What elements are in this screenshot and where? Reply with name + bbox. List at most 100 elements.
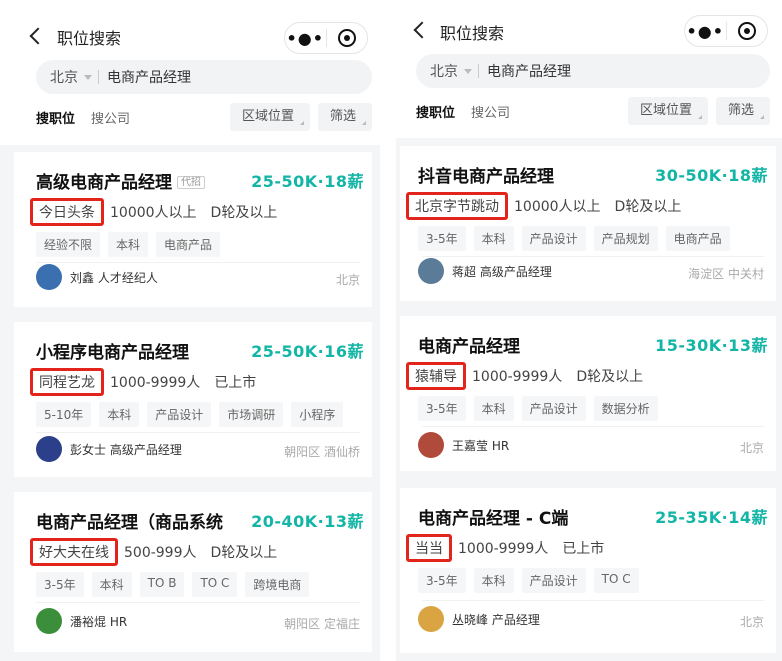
job-location: 北京: [739, 615, 764, 629]
job-tag: 电商产品: [665, 226, 730, 251]
job-tags: 3-5年 本科 产品设计 数据分析: [418, 396, 666, 421]
job-tag: 本科: [473, 568, 514, 593]
avatar: [36, 264, 62, 290]
job-tag: 经验不限: [36, 232, 101, 257]
close-target-icon[interactable]: [326, 29, 367, 47]
tab-search-jobs[interactable]: 搜职位: [36, 108, 75, 127]
job-title: 电商产品经理（商品系统: [36, 513, 223, 533]
search-bar[interactable]: 北京 电商产品经理: [416, 54, 770, 88]
area-filter-button[interactable]: 区域位置: [229, 103, 310, 131]
filter-button[interactable]: 筛选: [715, 97, 770, 125]
job-tags: 经验不限 本科 电商产品: [36, 232, 228, 257]
back-arrow-icon[interactable]: [29, 27, 47, 45]
city-selector[interactable]: 北京: [50, 67, 78, 87]
area-filter-button[interactable]: 区域位置: [627, 97, 708, 125]
job-title: 电商产品经理: [418, 337, 520, 357]
recruiter: 彭女士 高级产品经理: [36, 436, 182, 462]
job-title: 小程序电商产品经理: [36, 343, 189, 363]
job-tag: 3-5年: [36, 572, 84, 597]
company-name: 当当: [406, 534, 452, 562]
recruiter: 王嘉莹 HR: [418, 432, 509, 458]
recruiter-name: 彭女士 高级产品经理: [70, 442, 182, 457]
filter-button[interactable]: 筛选: [317, 103, 372, 131]
job-tag: 本科: [473, 396, 514, 421]
tab-search-companies[interactable]: 搜公司: [91, 108, 130, 127]
company-info: 当当 1000-9999人 已上市: [406, 534, 618, 562]
job-card[interactable]: 抖音电商产品经理 30-50K·18薪 北京字节跳动 10000人以上 D轮及以…: [400, 146, 776, 301]
search-tabs: 搜职位 搜公司 区域位置 筛选: [36, 102, 372, 132]
company-size: 1000-9999人: [110, 375, 201, 391]
funding-stage: 已上市: [214, 375, 257, 391]
job-card[interactable]: 电商产品经理（商品系统 20-40K·13薪 好大夫在线 500-999人 D轮…: [14, 492, 372, 652]
close-target-icon[interactable]: [726, 22, 767, 40]
company-info: 猿辅导 1000-9999人 D轮及以上: [406, 362, 657, 390]
recruiter: 丛晓峰 产品经理: [418, 606, 540, 632]
more-icon[interactable]: •●•: [285, 29, 326, 48]
company-name: 猿辅导: [406, 362, 466, 390]
job-tag: 本科: [91, 572, 132, 597]
search-tabs: 搜职位 搜公司 区域位置 筛选: [416, 96, 770, 126]
funding-stage: D轮及以上: [210, 205, 278, 221]
job-tag: 电商产品: [156, 232, 221, 257]
avatar: [418, 258, 444, 284]
salary: 25-35K·14薪: [651, 504, 768, 528]
job-tag: 产品规划: [593, 226, 658, 251]
page-title: 职位搜索: [440, 24, 505, 43]
card-divider: [36, 602, 360, 603]
job-tag: 本科: [473, 226, 514, 251]
company-size: 10000人以上: [110, 205, 197, 221]
mini-program-capsule: •●•: [684, 15, 768, 47]
salary: 30-50K·18薪: [651, 162, 768, 186]
search-divider: [478, 64, 479, 78]
company-info: 好大夫在线 500-999人 D轮及以上: [30, 538, 291, 566]
company-name: 北京字节跳动: [406, 192, 508, 220]
avatar: [418, 432, 444, 458]
job-tag: 本科: [108, 232, 149, 257]
job-tag: 本科: [99, 402, 140, 427]
salary: 20-40K·13薪: [247, 508, 364, 532]
search-input[interactable]: 电商产品经理: [107, 67, 191, 87]
company-size: 1000-9999人: [458, 541, 549, 557]
job-tag: 小程序: [291, 402, 344, 427]
avatar: [36, 436, 62, 462]
tab-search-companies[interactable]: 搜公司: [471, 102, 510, 121]
tab-search-jobs[interactable]: 搜职位: [416, 102, 455, 121]
agency-badge: 代招: [177, 176, 205, 189]
job-title: 抖音电商产品经理: [418, 167, 554, 187]
recruiter-name: 丛晓峰 产品经理: [452, 612, 540, 627]
header: 职位搜索 •●• 北京 电商产品经理 搜职位 搜公司 区域位置 筛选: [396, 0, 782, 138]
job-tags: 5-10年 本科 产品设计 市场调研 小程序: [36, 402, 351, 427]
card-divider: [422, 600, 764, 601]
job-tag: 数据分析: [593, 396, 658, 421]
funding-stage: D轮及以上: [576, 369, 644, 385]
back-arrow-icon[interactable]: [413, 21, 431, 39]
job-tag: 产品设计: [521, 226, 586, 251]
funding-stage: 已上市: [562, 541, 605, 557]
job-tag: 产品设计: [521, 396, 586, 421]
job-card[interactable]: 小程序电商产品经理 25-50K·16薪 同程艺龙 1000-9999人 已上市…: [14, 322, 372, 477]
company-info: 同程艺龙 1000-9999人 已上市: [30, 368, 270, 396]
avatar: [36, 608, 62, 634]
job-tag: 3-5年: [418, 226, 466, 251]
city-selector[interactable]: 北京: [430, 61, 458, 81]
job-title: 电商产品经理 - C端: [418, 509, 569, 529]
job-tag: 5-10年: [36, 402, 92, 427]
job-card[interactable]: 高级电商产品经理 代招 25-50K·18薪 今日头条 10000人以上 D轮及以…: [14, 152, 372, 307]
job-tag: TO C: [593, 568, 639, 593]
job-title: 高级电商产品经理 代招: [36, 168, 205, 193]
card-divider: [36, 432, 360, 433]
search-bar[interactable]: 北京 电商产品经理: [36, 60, 372, 94]
search-input[interactable]: 电商产品经理: [487, 61, 571, 81]
funding-stage: D轮及以上: [614, 199, 682, 215]
caret-down-icon: [84, 74, 92, 80]
header: 职位搜索 •●• 北京 电商产品经理 搜职位 搜公司 区域位置 筛选: [0, 0, 380, 145]
mini-program-capsule: •●•: [284, 22, 368, 54]
company-size: 1000-9999人: [472, 369, 563, 385]
job-card[interactable]: 电商产品经理 15-30K·13薪 猿辅导 1000-9999人 D轮及以上 3…: [400, 316, 776, 471]
job-tag: 3-5年: [418, 568, 466, 593]
more-icon[interactable]: •●•: [685, 22, 726, 41]
job-card[interactable]: 电商产品经理 - C端 25-35K·14薪 当当 1000-9999人 已上市…: [400, 488, 776, 653]
recruiter: 潘裕焜 HR: [36, 608, 127, 634]
left-panel: 职位搜索 •●• 北京 电商产品经理 搜职位 搜公司 区域位置 筛选 高级电商产…: [0, 0, 380, 661]
search-divider: [98, 70, 99, 84]
